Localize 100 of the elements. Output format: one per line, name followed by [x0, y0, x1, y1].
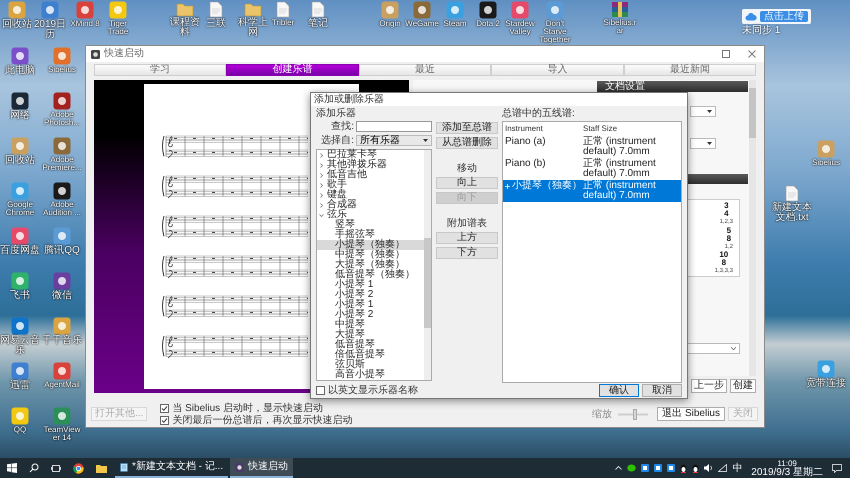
list-row[interactable]: Piano (b) 正常 (instrument default) 7.0mm: [503, 158, 681, 180]
taskbar-window-button[interactable]: 快速启动: [230, 458, 294, 478]
close-icon[interactable]: [748, 50, 756, 58]
action-button[interactable]: 上方: [436, 232, 498, 244]
notification-icon[interactable]: [832, 464, 842, 472]
scrollbar[interactable]: [424, 150, 431, 380]
desktop-icon-label[interactable]: 微信: [52, 291, 72, 301]
checkbox[interactable]: [160, 404, 170, 412]
upload-button[interactable]: 点击上传: [760, 11, 808, 22]
desktop-icon-label[interactable]: 2019日历: [32, 20, 68, 40]
scrollbar[interactable]: [749, 80, 756, 376]
start-icon[interactable]: [7, 463, 17, 473]
list-row[interactable]: 小提琴（独奏）正常 (instrument default) 7.0mm: [503, 180, 681, 202]
app-icon[interactable]: [11, 272, 29, 290]
tree-item[interactable]: 中提琴: [317, 320, 424, 330]
folder-icon[interactable]: [96, 464, 107, 472]
desktop-icon-label[interactable]: 腾讯QQ: [44, 246, 80, 256]
tree-item[interactable]: 弦贝斯: [317, 360, 424, 370]
tree-item[interactable]: 小提琴 2: [317, 310, 424, 320]
desktop-icon-label[interactable]: 飞书: [10, 291, 30, 301]
desktop-icon-label[interactable]: 宽带连接: [806, 379, 846, 389]
tree-item[interactable]: 弦乐: [317, 210, 424, 220]
archive-icon[interactable]: [611, 1, 629, 18]
search-field[interactable]: [356, 121, 432, 132]
search-icon[interactable]: [29, 463, 39, 473]
desktop-icon-label[interactable]: Don't Starve Together: [537, 20, 573, 44]
dropdown[interactable]: [690, 138, 716, 149]
source-dropdown[interactable]: 所有乐器: [356, 135, 432, 146]
tree-item[interactable]: 其他弹拨乐器: [317, 160, 424, 170]
tree-item[interactable]: 歌手: [317, 180, 424, 190]
desktop-icon-label[interactable]: 笔记: [308, 19, 328, 29]
list-row[interactable]: Piano (a) 正常 (instrument default) 7.0mm: [503, 136, 681, 158]
cancel-button[interactable]: 取消: [642, 384, 682, 397]
document-icon[interactable]: [785, 185, 799, 202]
tree-item[interactable]: 小提琴 2: [317, 290, 424, 300]
speaker-icon[interactable]: [704, 464, 714, 472]
app-icon[interactable]: [53, 92, 71, 110]
desktop-icon-label[interactable]: Origin: [379, 20, 401, 28]
action-button[interactable]: 向上: [436, 177, 498, 189]
checkbox[interactable]: [316, 386, 325, 395]
tree-item[interactable]: 键盘: [317, 190, 424, 200]
tree-item[interactable]: 小提琴（独奏）: [317, 240, 424, 250]
dropdown[interactable]: [690, 106, 716, 117]
desktop-icon-label[interactable]: Dota 2: [476, 20, 500, 28]
tree-item[interactable]: 低音提琴: [317, 340, 424, 350]
tab[interactable]: 最近新闻: [624, 64, 756, 76]
tree-item[interactable]: 巴拉莱卡琴: [317, 150, 424, 160]
app-icon[interactable]: [479, 1, 497, 19]
footer-button[interactable]: 退出 Sibelius: [657, 407, 725, 421]
document-icon[interactable]: [311, 1, 325, 18]
network-icon[interactable]: [718, 464, 728, 472]
app-icon[interactable]: [11, 92, 29, 110]
nav-button[interactable]: 上一步: [691, 379, 727, 393]
tree-item[interactable]: 大提琴（独奏）: [317, 260, 424, 270]
tree-item[interactable]: 竖琴: [317, 220, 424, 230]
task-view-icon[interactable]: [51, 464, 61, 472]
desktop-icon-label[interactable]: Google Chrome: [0, 201, 40, 217]
penguin-icon[interactable]: [692, 464, 700, 472]
chevron-icon[interactable]: [615, 466, 622, 470]
desktop-icon-label[interactable]: Sibelius.rar: [602, 19, 638, 35]
checkbox[interactable]: [160, 416, 170, 424]
nav-button[interactable]: 创建: [730, 379, 756, 393]
tree-item[interactable]: 小提琴 1: [317, 280, 424, 290]
tree-item[interactable]: 低音提琴（独奏）: [317, 270, 424, 280]
tree-item[interactable]: 高音小提琴: [317, 370, 424, 380]
desktop-icon-label[interactable]: QQ: [14, 426, 26, 434]
desktop-icon-label[interactable]: Steam: [443, 20, 467, 28]
desktop-icon-label[interactable]: 课程资料: [167, 18, 203, 38]
desktop-icon-label[interactable]: Stardew Valley: [502, 20, 538, 36]
desktop-icon-label[interactable]: Tiger Trade: [100, 20, 136, 36]
tree-item[interactable]: 大提琴: [317, 330, 424, 340]
ok-button[interactable]: 确认: [599, 384, 639, 397]
desktop-icon-label[interactable]: 迅雷: [10, 381, 30, 391]
tree-item[interactable]: 中提琴（独奏）: [317, 250, 424, 260]
tab[interactable]: 导入: [491, 64, 624, 76]
slider-thumb[interactable]: [632, 408, 637, 420]
desktop-icon-label[interactable]: 三联: [206, 19, 226, 29]
tree-item[interactable]: 手摇弦琴: [317, 230, 424, 240]
desktop-icon-label[interactable]: AgentMail: [44, 381, 80, 389]
desktop-icon-label[interactable]: WeGame: [405, 20, 439, 28]
taskbar-window-button[interactable]: *新建文本文档 - 记...: [115, 458, 228, 478]
tree-item[interactable]: 倍低音提琴: [317, 350, 424, 360]
action-button[interactable]: 添加至总谱: [436, 122, 498, 134]
tree-item[interactable]: 小提琴 1: [317, 300, 424, 310]
maximize-icon[interactable]: [722, 50, 730, 58]
app-icon[interactable]: [53, 272, 71, 290]
tab[interactable]: 创建乐谱: [226, 64, 359, 76]
tree-item[interactable]: 低音吉他: [317, 170, 424, 180]
desktop-icon-label[interactable]: XMind 8: [70, 20, 100, 28]
desktop-icon-label[interactable]: 新建文本文档.txt: [770, 203, 814, 223]
action-button[interactable]: 从总谱删除: [436, 137, 498, 149]
desktop-icon-label[interactable]: 回收站: [2, 20, 32, 30]
tab[interactable]: 最近: [358, 64, 492, 76]
tree-item[interactable]: 合成器: [317, 200, 424, 210]
chrome-icon[interactable]: [73, 462, 84, 474]
desktop-icon-label[interactable]: Adobe Audition ...: [42, 201, 82, 217]
desktop-icon-label[interactable]: 科学上网: [235, 18, 271, 38]
desktop-icon-label[interactable]: TeamViewer 14: [42, 426, 82, 442]
document-icon[interactable]: [276, 1, 290, 18]
input-method-indicator[interactable]: 中: [732, 462, 742, 474]
